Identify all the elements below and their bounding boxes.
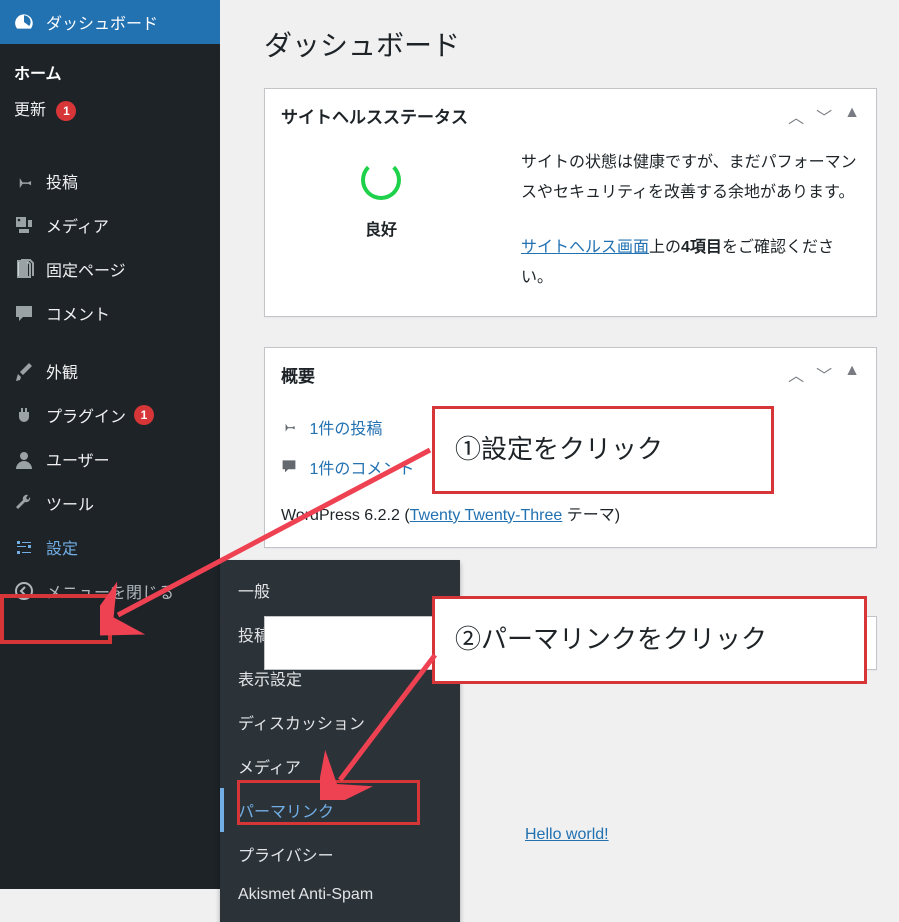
comment-icon (281, 458, 305, 479)
flyout-media[interactable]: メディア (220, 744, 460, 788)
collapse-icon (12, 579, 36, 603)
plugin-icon (12, 403, 36, 427)
sidebar-sub-home[interactable]: ホーム (14, 54, 220, 90)
sidebar-item-settings[interactable]: 設定 (0, 525, 220, 569)
sidebar-dashboard-label: ダッシュボード (46, 10, 158, 34)
brush-icon (12, 359, 36, 383)
pin-icon (281, 418, 305, 439)
sliders-icon (12, 535, 36, 559)
pin-icon (12, 169, 36, 193)
flyout-akismet[interactable]: Akismet Anti-Spam (220, 876, 460, 914)
site-health-panel: サイトヘルスステータス ︿ ﹀ ▲ 良好 サイトの状態は健康ですが、まだパフォー… (264, 88, 877, 317)
flyout-privacy[interactable]: プライバシー (220, 832, 460, 876)
panel-toggle-icon[interactable]: ▲ (844, 104, 860, 128)
plugins-badge: 1 (134, 405, 154, 425)
callout-2: ②パーマリンクをクリック (432, 596, 867, 684)
page-title: ダッシュボード (264, 24, 877, 64)
sidebar-sub-updates[interactable]: 更新 1 (14, 90, 220, 127)
dashboard-icon (12, 10, 36, 34)
comment-icon (12, 301, 36, 325)
sidebar-item-tools[interactable]: ツール (0, 481, 220, 525)
sidebar-collapse[interactable]: メニューを閉じる (0, 569, 220, 613)
sidebar-item-dashboard[interactable]: ダッシュボード (0, 0, 220, 44)
sidebar-item-media[interactable]: メディア (0, 203, 220, 247)
health-text: サイトの状態は健康ですが、まだパフォーマンスやセキュリティを改善する余地がありま… (521, 148, 860, 209)
health-ring-icon (361, 160, 401, 200)
sidebar-item-appearance[interactable]: 外観 (0, 349, 220, 393)
site-health-title: サイトヘルスステータス (281, 103, 468, 128)
panel-down-icon[interactable]: ﹀ (816, 362, 832, 386)
flyout-permalink[interactable]: パーマリンク (220, 788, 460, 832)
overview-comments-link[interactable]: 1件のコメント (309, 461, 414, 478)
user-icon (12, 447, 36, 471)
panel-up-icon[interactable]: ︿ (788, 104, 804, 128)
health-link[interactable]: サイトヘルス画面 (521, 239, 649, 256)
theme-link[interactable]: Twenty Twenty-Three (410, 507, 563, 524)
panel-down-icon[interactable]: ﹀ (816, 104, 832, 128)
overview-title: 概要 (281, 362, 315, 387)
pages-icon (12, 257, 36, 281)
wrench-icon (12, 491, 36, 515)
health-status: 良好 (281, 216, 481, 240)
panel-toggle-icon[interactable]: ▲ (844, 362, 860, 386)
panel-up-icon[interactable]: ︿ (788, 362, 804, 386)
media-icon (12, 213, 36, 237)
sidebar-item-posts[interactable]: 投稿 (0, 159, 220, 203)
callout-1: ①設定をクリック (432, 406, 774, 494)
sidebar-item-pages[interactable]: 固定ページ (0, 247, 220, 291)
overview-posts-link[interactable]: 1件の投稿 (309, 421, 382, 438)
updates-badge: 1 (56, 101, 76, 121)
hello-world-link[interactable]: Hello world! (525, 826, 609, 844)
sidebar-item-plugins[interactable]: プラグイン 1 (0, 393, 220, 437)
sidebar-item-users[interactable]: ユーザー (0, 437, 220, 481)
health-text2: サイトヘルス画面上の4項目をご確認ください。 (521, 233, 860, 294)
sidebar-item-comments[interactable]: コメント (0, 291, 220, 335)
